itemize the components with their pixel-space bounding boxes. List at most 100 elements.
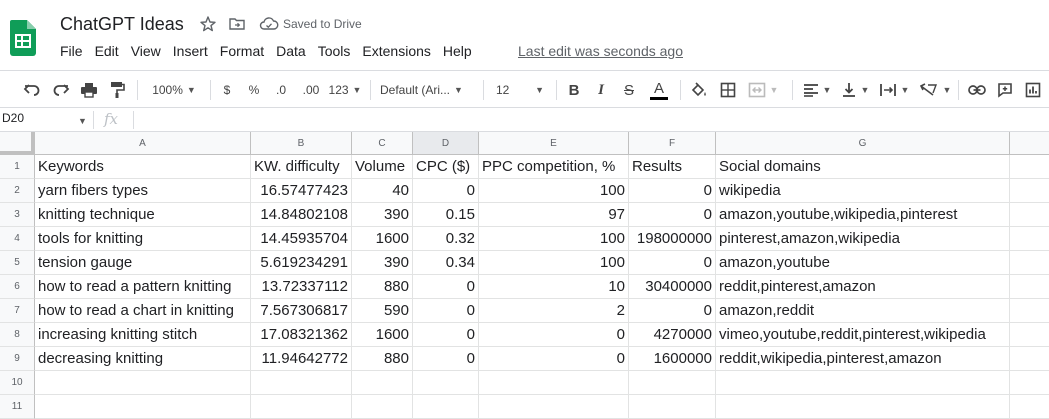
- column-header-f[interactable]: F: [629, 132, 716, 155]
- cell-g4[interactable]: pinterest,amazon,wikipedia: [716, 227, 1010, 251]
- paint-format-icon[interactable]: [105, 79, 129, 101]
- cell-b3[interactable]: 14.84802108: [251, 203, 352, 227]
- menu-extensions[interactable]: Extensions: [362, 43, 436, 61]
- percent-format-button[interactable]: %: [245, 79, 263, 101]
- borders-icon[interactable]: [717, 79, 739, 101]
- cell-c1[interactable]: Volume: [352, 155, 413, 179]
- cell-f7[interactable]: 0: [629, 299, 716, 323]
- cell-c10[interactable]: [352, 371, 413, 395]
- cell-c3[interactable]: 390: [352, 203, 413, 227]
- text-color-button[interactable]: A: [647, 79, 671, 101]
- cell-g6[interactable]: reddit,pinterest,amazon: [716, 275, 1010, 299]
- print-icon[interactable]: [77, 79, 101, 101]
- cell-f11[interactable]: [629, 395, 716, 419]
- increase-decimal-button[interactable]: .00: [298, 79, 324, 101]
- cell-e5[interactable]: 100: [479, 251, 629, 275]
- row-header-5[interactable]: 5: [0, 251, 35, 275]
- font-family-select[interactable]: Default (Ari... ▼: [380, 79, 476, 101]
- row-header-8[interactable]: 8: [0, 323, 35, 347]
- cell-c9[interactable]: 880: [352, 347, 413, 371]
- text-wrapping-icon[interactable]: ▼: [876, 79, 912, 101]
- cell-f3[interactable]: 0: [629, 203, 716, 227]
- star-icon[interactable]: [199, 15, 217, 33]
- cell-d11[interactable]: [413, 395, 479, 419]
- cell-f2[interactable]: 0: [629, 179, 716, 203]
- menu-data[interactable]: Data: [276, 43, 312, 61]
- cell-g1[interactable]: Social domains: [716, 155, 1010, 179]
- cell-d6[interactable]: 0: [413, 275, 479, 299]
- select-all-corner[interactable]: [0, 132, 35, 155]
- merge-cells-icon[interactable]: ▼: [745, 79, 781, 101]
- cell-d3[interactable]: 0.15: [413, 203, 479, 227]
- cell-a11[interactable]: [35, 395, 251, 419]
- cell-a6[interactable]: how to read a pattern knitting: [35, 275, 251, 299]
- row-header-3[interactable]: 3: [0, 203, 35, 227]
- row-header-6[interactable]: 6: [0, 275, 35, 299]
- cell-c6[interactable]: 880: [352, 275, 413, 299]
- sheets-logo-icon[interactable]: [10, 20, 36, 56]
- name-box[interactable]: D20: [0, 111, 88, 129]
- fill-color-icon[interactable]: [688, 79, 710, 101]
- cell-b8[interactable]: 17.08321362: [251, 323, 352, 347]
- strikethrough-button[interactable]: S: [619, 79, 639, 101]
- cell-e8[interactable]: 0: [479, 323, 629, 347]
- column-header-b[interactable]: B: [251, 132, 352, 155]
- menu-edit[interactable]: Edit: [95, 43, 125, 61]
- cell-b5[interactable]: 5.619234291: [251, 251, 352, 275]
- menu-file[interactable]: File: [60, 43, 89, 61]
- cell-d10[interactable]: [413, 371, 479, 395]
- row-header-2[interactable]: 2: [0, 179, 35, 203]
- last-edit-link[interactable]: Last edit was seconds ago: [518, 43, 683, 59]
- cell-e10[interactable]: [479, 371, 629, 395]
- text-rotation-icon[interactable]: ▼: [916, 79, 954, 101]
- column-header-d[interactable]: D: [413, 132, 479, 155]
- cell-a3[interactable]: knitting technique: [35, 203, 251, 227]
- bold-button[interactable]: B: [564, 79, 584, 101]
- column-header-g[interactable]: G: [716, 132, 1010, 155]
- cell-e6[interactable]: 10: [479, 275, 629, 299]
- column-header-c[interactable]: C: [352, 132, 413, 155]
- undo-icon[interactable]: [20, 79, 44, 101]
- cell-g2[interactable]: wikipedia: [716, 179, 1010, 203]
- cell-f5[interactable]: 0: [629, 251, 716, 275]
- more-formats-button[interactable]: 123 ▼: [327, 79, 363, 101]
- menu-tools[interactable]: Tools: [318, 43, 357, 61]
- menu-view[interactable]: View: [131, 43, 167, 61]
- cell-a8[interactable]: increasing knitting stitch: [35, 323, 251, 347]
- cell-b9[interactable]: 11.94642772: [251, 347, 352, 371]
- cell-e4[interactable]: 100: [479, 227, 629, 251]
- cell-d9[interactable]: 0: [413, 347, 479, 371]
- cell-g10[interactable]: [716, 371, 1010, 395]
- menu-insert[interactable]: Insert: [173, 43, 214, 61]
- cell-a5[interactable]: tension gauge: [35, 251, 251, 275]
- row-header-11[interactable]: 11: [0, 395, 35, 419]
- menu-format[interactable]: Format: [220, 43, 270, 61]
- formula-input[interactable]: [140, 111, 1040, 129]
- cell-c4[interactable]: 1600: [352, 227, 413, 251]
- cell-a4[interactable]: tools for knitting: [35, 227, 251, 251]
- cell-c11[interactable]: [352, 395, 413, 419]
- cell-e9[interactable]: 0: [479, 347, 629, 371]
- row-header-7[interactable]: 7: [0, 299, 35, 323]
- zoom-select[interactable]: 100% ▼: [146, 79, 202, 101]
- cell-c2[interactable]: 40: [352, 179, 413, 203]
- cell-a10[interactable]: [35, 371, 251, 395]
- cell-c7[interactable]: 590: [352, 299, 413, 323]
- cell-d1[interactable]: CPC ($): [413, 155, 479, 179]
- cell-b10[interactable]: [251, 371, 352, 395]
- vertical-align-icon[interactable]: ▼: [838, 79, 872, 101]
- cell-g8[interactable]: vimeo,youtube,reddit,pinterest,wikipedia: [716, 323, 1010, 347]
- document-title[interactable]: ChatGPT Ideas: [60, 14, 184, 35]
- cell-d2[interactable]: 0: [413, 179, 479, 203]
- menu-help[interactable]: Help: [443, 43, 478, 61]
- column-header-a[interactable]: A: [35, 132, 251, 155]
- horizontal-align-icon[interactable]: ▼: [800, 79, 834, 101]
- cell-c8[interactable]: 1600: [352, 323, 413, 347]
- insert-link-icon[interactable]: [966, 79, 988, 101]
- italic-button[interactable]: I: [591, 79, 611, 101]
- insert-chart-icon[interactable]: [1022, 79, 1044, 101]
- cell-g3[interactable]: amazon,youtube,wikipedia,pinterest: [716, 203, 1010, 227]
- cell-a2[interactable]: yarn fibers types: [35, 179, 251, 203]
- cell-g5[interactable]: amazon,youtube: [716, 251, 1010, 275]
- cell-f8[interactable]: 4270000: [629, 323, 716, 347]
